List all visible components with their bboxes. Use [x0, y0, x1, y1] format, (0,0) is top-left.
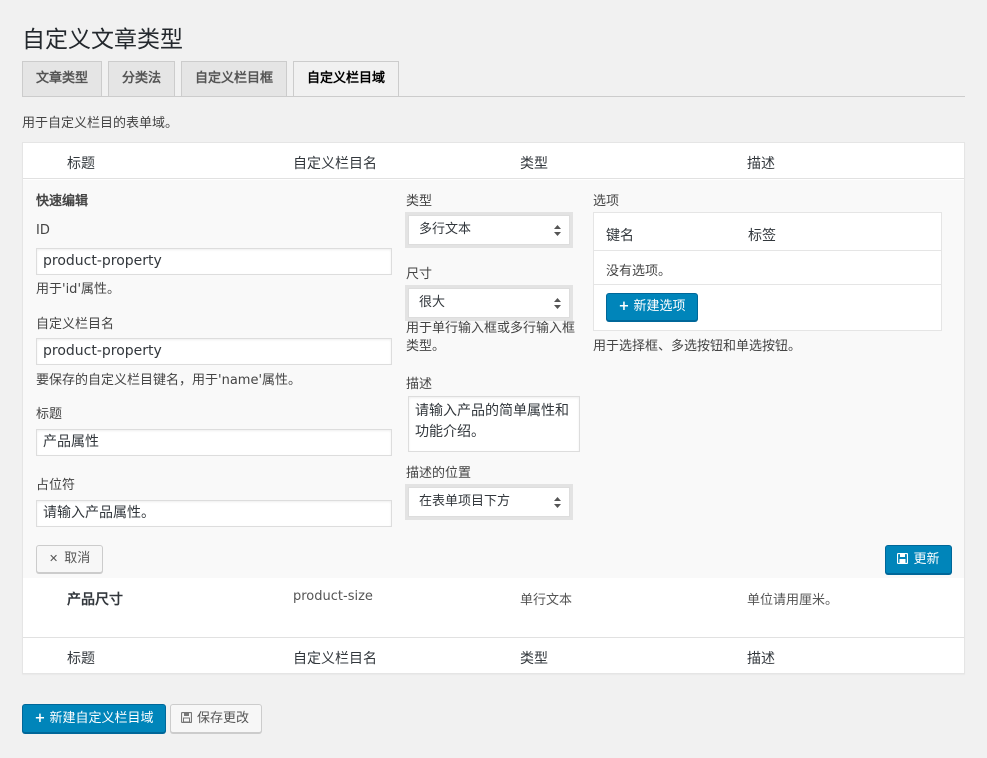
table-footer: 标题 自定义栏目名 类型 描述	[23, 637, 964, 673]
tab-custom-fields[interactable]: 自定义栏目域	[293, 61, 400, 97]
description-label: 描述	[406, 377, 433, 392]
tab-post-types[interactable]: 文章类型	[22, 61, 103, 96]
type-select[interactable]: 多行文本	[408, 215, 570, 245]
plus-icon: +	[618, 299, 630, 314]
options-col-key: 键名	[606, 228, 634, 244]
column-description[interactable]: 描述	[747, 153, 775, 173]
id-input[interactable]: product-property	[36, 248, 392, 275]
footer-column-description[interactable]: 描述	[747, 648, 775, 668]
options-label: 选项	[593, 194, 620, 209]
table-row: 产品尺寸 product-size 单行文本 单位请用厘米。	[23, 578, 964, 637]
description-position-label: 描述的位置	[406, 466, 472, 481]
size-help: 用于单行输入框或多行输入框类型。	[406, 321, 576, 354]
cancel-label: 取消	[64, 551, 91, 566]
placeholder-input[interactable]: 请输入产品属性。	[36, 500, 392, 527]
id-help: 用于'id'属性。	[36, 282, 121, 297]
field-name-input[interactable]: product-property	[36, 338, 392, 365]
select-arrows-icon	[554, 225, 561, 236]
update-label: 更新	[913, 552, 940, 567]
footer-column-field-name[interactable]: 自定义栏目名	[293, 648, 377, 668]
field-name-label: 自定义栏目名	[36, 317, 115, 332]
size-select[interactable]: 很大	[408, 288, 570, 318]
size-label: 尺寸	[406, 267, 433, 282]
column-title[interactable]: 标题	[67, 153, 95, 173]
row-type: 单行文本	[520, 593, 573, 608]
type-label: 类型	[406, 194, 433, 209]
add-custom-field-button[interactable]: + 新建自定义栏目域	[22, 704, 166, 733]
add-option-label: 新建选项	[633, 299, 686, 314]
page-description: 用于自定义栏目的表单域。	[22, 116, 179, 131]
nav-tabs: 文章类型 分类法 自定义栏目框 自定义栏目域	[22, 61, 405, 97]
description-position-value: 在表单项目下方	[419, 494, 511, 509]
tab-meta-boxes[interactable]: 自定义栏目框	[181, 61, 288, 96]
field-name-help: 要保存的自定义栏目键名，用于'name'属性。	[36, 373, 302, 388]
save-changes-label: 保存更改	[197, 711, 250, 726]
title-input[interactable]: 产品属性	[36, 429, 392, 456]
save-changes-button[interactable]: 保存更改	[170, 704, 262, 733]
row-field-name: product-size	[293, 589, 373, 604]
row-description: 单位请用厘米。	[747, 593, 839, 608]
add-custom-field-label: 新建自定义栏目域	[49, 711, 154, 726]
options-empty-text: 没有选项。	[606, 264, 672, 279]
title-label: 标题	[36, 407, 63, 422]
size-select-value: 很大	[419, 295, 446, 310]
description-position-select[interactable]: 在表单项目下方	[408, 487, 570, 517]
add-option-button[interactable]: + 新建选项	[606, 293, 698, 321]
options-table: 键名 标签 没有选项。 + 新建选项	[593, 212, 942, 331]
type-select-value: 多行文本	[419, 222, 472, 237]
update-button[interactable]: 更新	[885, 545, 952, 574]
column-field-name[interactable]: 自定义栏目名	[293, 153, 377, 173]
column-type[interactable]: 类型	[520, 153, 548, 173]
page-title: 自定义文章类型	[22, 27, 183, 53]
save-icon	[897, 552, 909, 565]
options-empty-row: 没有选项。	[594, 251, 941, 285]
plus-icon: +	[34, 711, 46, 726]
footer-column-type[interactable]: 类型	[520, 648, 548, 668]
quick-edit-heading: 快速编辑	[36, 194, 89, 209]
tabs-divider	[22, 96, 965, 97]
description-textarea[interactable]: 请输入产品的简单属性和功能介绍。	[408, 396, 580, 452]
cancel-button[interactable]: ✕ 取消	[36, 545, 103, 573]
row-title[interactable]: 产品尺寸	[67, 589, 123, 609]
options-col-label: 标签	[748, 228, 776, 244]
table-header: 标题 自定义栏目名 类型 描述	[23, 143, 964, 179]
placeholder-label: 占位符	[36, 478, 76, 493]
footer-column-title[interactable]: 标题	[67, 648, 95, 668]
quick-edit-panel: 快速编辑 ID product-property 用于'id'属性。 自定义栏目…	[23, 180, 964, 578]
select-arrows-icon	[554, 497, 561, 508]
options-header: 键名 标签	[594, 213, 941, 251]
close-icon: ✕	[49, 552, 59, 565]
id-label: ID	[36, 223, 50, 238]
save-icon	[180, 711, 193, 724]
fields-table: 标题 自定义栏目名 类型 描述 快速编辑 ID product-property…	[22, 142, 965, 674]
select-arrows-icon	[554, 298, 561, 309]
tab-taxonomies[interactable]: 分类法	[108, 61, 176, 96]
options-help: 用于选择框、多选按钮和单选按钮。	[593, 339, 802, 354]
